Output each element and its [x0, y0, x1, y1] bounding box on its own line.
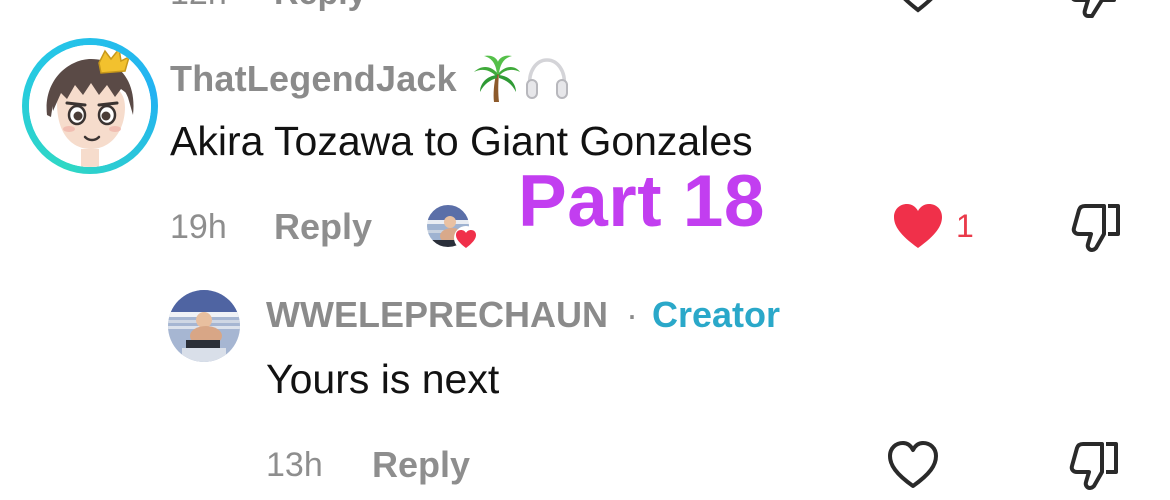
comment-timestamp: 19h	[170, 208, 227, 246]
comment-dislike-icon[interactable]	[1070, 202, 1124, 254]
commenter-avatar[interactable]	[22, 38, 158, 174]
comment-like-heart-icon[interactable]	[892, 202, 944, 250]
reply-reply-button[interactable]: Reply	[372, 444, 470, 486]
username-separator: ·	[626, 294, 638, 335]
creator-liked-badge-icon	[425, 203, 478, 250]
palm-tree-icon	[474, 55, 520, 102]
reply-text: Yours is next	[266, 356, 500, 402]
cartoon-face-avatar-image	[29, 45, 151, 167]
comment-text: Akira Tozawa to Giant Gonzales	[170, 118, 753, 164]
reply-dislike-icon[interactable]	[1068, 440, 1122, 492]
part-number-overlay: Part 18	[518, 161, 765, 242]
reply-timestamp: 13h	[266, 446, 323, 484]
creator-username[interactable]: WWELEPRECHAUN	[266, 294, 608, 336]
wrestler-photo-avatar-image	[168, 290, 240, 362]
creator-badge: Creator	[652, 294, 781, 335]
previous-comment-time: 12h	[170, 0, 227, 13]
previous-comment-dislike-icon[interactable]	[1068, 0, 1124, 20]
comment-reply-button[interactable]: Reply	[274, 206, 372, 248]
reply-like-heart-icon[interactable]	[886, 440, 940, 490]
comment-like-count: 1	[956, 208, 974, 244]
headphones-icon	[526, 58, 568, 99]
previous-comment-like-icon[interactable]	[888, 0, 948, 16]
creator-avatar[interactable]	[168, 290, 240, 362]
previous-comment-reply-button[interactable]: Reply	[274, 0, 367, 13]
commenter-username[interactable]: ThatLegendJack	[170, 58, 457, 100]
